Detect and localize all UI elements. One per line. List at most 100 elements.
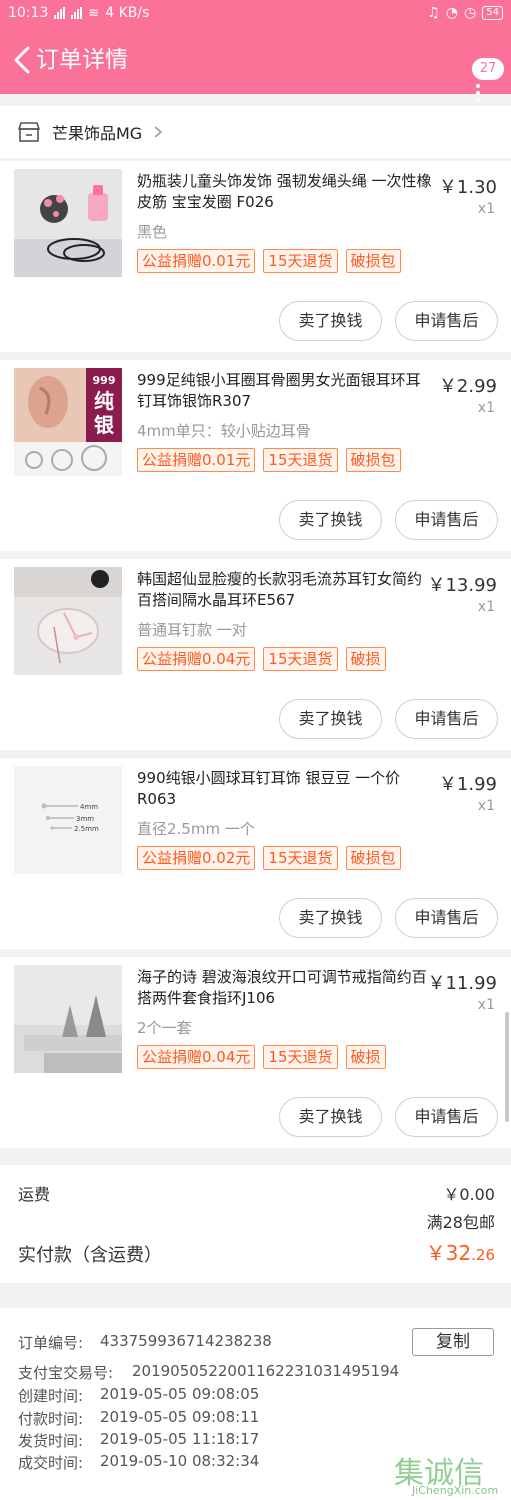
- product-image: 999 纯 银: [14, 368, 122, 476]
- service-tag: 破损包: [345, 846, 401, 870]
- completed-time: 2019-05-10 08:32:34: [100, 1452, 260, 1470]
- paid-time: 2019-05-05 09:08:11: [100, 1408, 260, 1426]
- message-count-badge[interactable]: 27: [472, 58, 504, 80]
- thumb-label: 银: [94, 413, 115, 437]
- alipay-number-label: 支付宝交易号:: [18, 1364, 114, 1382]
- app-header: 订单详情 27: [0, 26, 511, 102]
- battery-icon: 54: [482, 6, 503, 20]
- free-shipping-note: 满28包邮: [426, 1213, 495, 1232]
- sell-button[interactable]: 卖了换钱: [279, 500, 382, 540]
- thumb-label: 4mm: [80, 803, 98, 811]
- product-price: ￥11.99: [427, 973, 497, 994]
- order-number: 433759936714238238: [100, 1332, 272, 1350]
- product-spec: 2个一套: [137, 1019, 192, 1037]
- product-title[interactable]: 韩国超仙显脸瘦的长款羽毛流苏耳钉女简约百搭间隔水晶耳环E567: [137, 569, 433, 611]
- product-price: ￥1.30: [438, 177, 497, 198]
- paid-time-label: 付款时间:: [18, 1410, 84, 1428]
- after-sale-button[interactable]: 申请售后: [395, 699, 498, 739]
- alipay-number: 2019050522001162231031495194: [132, 1362, 400, 1380]
- signal-icon: [71, 7, 83, 19]
- product-image: [14, 169, 122, 277]
- alipay-number-row: 支付宝交易号: 2019050522001162231031495194: [18, 1362, 399, 1383]
- service-tags: 公益捐赠0.01元 15天退货 破损包: [137, 249, 401, 273]
- product-price: ￥2.99: [438, 376, 497, 397]
- shipping-value: ￥0.00: [443, 1185, 495, 1204]
- order-item[interactable]: 海子的诗 碧波海浪纹开口可调节戒指简约百搭两件套食指环J106 ￥11.99 x…: [0, 957, 511, 1148]
- after-sale-button[interactable]: 申请售后: [395, 301, 498, 341]
- paid-time-row: 付款时间: 2019-05-05 09:08:11: [18, 1408, 259, 1429]
- service-tag: 15天退货: [263, 1045, 338, 1069]
- created-time-label: 创建时间:: [18, 1387, 84, 1405]
- after-sale-button[interactable]: 申请售后: [395, 898, 498, 938]
- thumb-label: 999: [93, 374, 116, 387]
- page-title: 订单详情: [36, 47, 128, 73]
- watermark-url: JiChengXin.com: [412, 1484, 499, 1497]
- copy-button[interactable]: 复制: [412, 1328, 494, 1356]
- shop-row[interactable]: 芒果饰品MG: [0, 106, 511, 158]
- product-quantity: x1: [477, 599, 495, 615]
- status-bar: 10:13 ≋ 4 KB/s ♫ ◔ ◷ 54: [0, 0, 511, 26]
- thumb-label: 2.5mm: [74, 825, 99, 833]
- product-spec: 4mm单只：较小贴边耳骨: [137, 422, 311, 440]
- thumb-label: 纯: [94, 389, 114, 413]
- product-title[interactable]: 奶瓶装儿童头饰发饰 强韧发绳头绳 一次性橡皮筋 宝宝发圈 F026: [137, 171, 433, 213]
- product-quantity: x1: [477, 997, 495, 1013]
- bell-off-icon: ♫: [427, 5, 440, 21]
- sell-button[interactable]: 卖了换钱: [279, 301, 382, 341]
- shipped-time-row: 发货时间: 2019-05-05 11:18:17: [18, 1430, 259, 1451]
- shipped-time-label: 发货时间:: [18, 1432, 84, 1450]
- service-tag: 公益捐赠0.04元: [137, 1045, 256, 1069]
- sell-button[interactable]: 卖了换钱: [279, 898, 382, 938]
- product-title[interactable]: 999足纯银小耳圈耳骨圈男女光面银耳环耳钉耳饰银饰R307: [137, 370, 433, 412]
- service-tag: 破损包: [345, 249, 401, 273]
- order-number-label: 订单编号:: [18, 1334, 84, 1352]
- product-title[interactable]: 海子的诗 碧波海浪纹开口可调节戒指简约百搭两件套食指环J106: [137, 967, 433, 1009]
- product-spec: 普通耳钉款 一对: [137, 621, 247, 639]
- clock-icon: ◷: [464, 5, 477, 21]
- service-tag: 公益捐赠0.01元: [137, 448, 256, 472]
- product-price: ￥1.99: [438, 774, 497, 795]
- product-spec: 直径2.5mm 一个: [137, 820, 255, 838]
- shipped-time: 2019-05-05 11:18:17: [100, 1430, 260, 1448]
- sell-button[interactable]: 卖了换钱: [279, 1097, 382, 1137]
- service-tag: 公益捐赠0.04元: [137, 647, 256, 671]
- after-sale-button[interactable]: 申请售后: [395, 1097, 498, 1137]
- clock: 10:13: [8, 5, 49, 21]
- service-tags: 公益捐赠0.04元 15天退货 破损: [137, 1045, 386, 1069]
- service-tag: 破损: [345, 647, 386, 671]
- chevron-right-icon: [154, 126, 163, 138]
- network-speed: 4 KB/s: [105, 5, 150, 21]
- wifi-icon: ≋: [88, 5, 100, 21]
- service-tag: 15天退货: [263, 249, 338, 273]
- signal-icon: [54, 7, 66, 19]
- order-number-row: 订单编号: 433759936714238238: [18, 1332, 272, 1353]
- back-arrow-icon[interactable]: [10, 44, 38, 76]
- service-tag: 15天退货: [263, 846, 338, 870]
- order-item[interactable]: 999 纯 银 999足纯银小耳圈耳骨圈男女光面银耳环耳钉耳饰银饰R307 ￥2…: [0, 360, 511, 551]
- created-time-row: 创建时间: 2019-05-05 09:08:05: [18, 1385, 259, 1406]
- alarm-icon: ◔: [445, 5, 459, 21]
- product-quantity: x1: [477, 201, 495, 217]
- scrollbar[interactable]: [505, 1012, 509, 1122]
- order-item[interactable]: 韩国超仙显脸瘦的长款羽毛流苏耳钉女简约百搭间隔水晶耳环E567 ￥13.99 x…: [0, 559, 511, 750]
- thumb-label: 3mm: [76, 815, 94, 823]
- shop-icon: [18, 122, 40, 142]
- service-tag: 15天退货: [263, 448, 338, 472]
- sell-button[interactable]: 卖了换钱: [279, 699, 382, 739]
- paid-label: 实付款（含运费）: [18, 1245, 162, 1266]
- order-item[interactable]: 奶瓶装儿童头饰发饰 强韧发绳头绳 一次性橡皮筋 宝宝发圈 F026 ￥1.30 …: [0, 161, 511, 352]
- more-menu-icon[interactable]: [470, 82, 486, 102]
- order-item[interactable]: 4mm 3mm 2.5mm 990纯银小圆球耳钉耳饰 银豆豆 一个价R063 ￥…: [0, 758, 511, 949]
- paid-amount-integer: ￥32: [425, 1241, 472, 1265]
- product-price: ￥13.99: [427, 575, 497, 596]
- shipping-label: 运费: [18, 1185, 51, 1204]
- product-image: 4mm 3mm 2.5mm: [14, 766, 122, 874]
- product-image: [14, 567, 122, 675]
- price-summary: 运费 ￥0.00 满28包邮 实付款（含运费） ￥32.26: [0, 1165, 511, 1283]
- product-title[interactable]: 990纯银小圆球耳钉耳饰 银豆豆 一个价R063: [137, 768, 433, 810]
- service-tag: 破损包: [345, 448, 401, 472]
- completed-time-row: 成交时间: 2019-05-10 08:32:34: [18, 1452, 259, 1473]
- service-tag: 破损: [345, 1045, 386, 1069]
- after-sale-button[interactable]: 申请售后: [395, 500, 498, 540]
- paid-amount-decimal: .26: [471, 1246, 495, 1264]
